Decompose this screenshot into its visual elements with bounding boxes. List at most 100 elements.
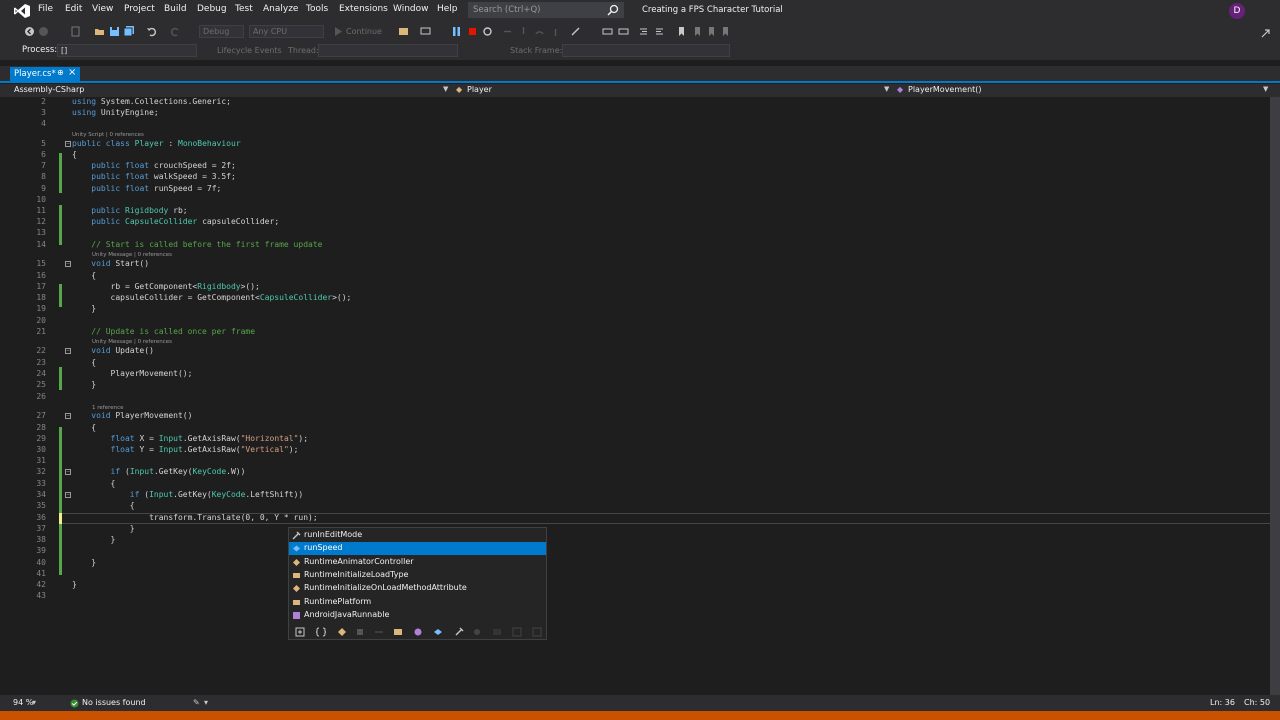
property-filter-icon[interactable] — [454, 627, 464, 637]
live-share-icon[interactable] — [1260, 28, 1271, 39]
code-line[interactable]: 39 — [0, 546, 1280, 557]
completion-item[interactable]: runInEditMode — [289, 529, 546, 542]
collapse-icon[interactable]: − — [65, 492, 71, 498]
lifecycle-events-label[interactable]: Lifecycle Events — [217, 46, 282, 55]
forward-icon[interactable] — [38, 26, 49, 37]
outdent-icon[interactable] — [654, 26, 665, 37]
code-line[interactable]: 23 { — [0, 358, 1280, 369]
namespace-filter-icon[interactable] — [316, 627, 326, 637]
class-dropdown[interactable]: Player — [467, 85, 492, 94]
step-out-icon[interactable] — [550, 26, 561, 37]
code-line[interactable]: 33 { — [0, 479, 1280, 490]
code-line[interactable]: 26 — [0, 392, 1280, 403]
code-line[interactable]: 32 − if (Input.GetKey(KeyCode.W)) — [0, 467, 1280, 478]
code-line[interactable]: 35 { — [0, 501, 1280, 512]
code-line[interactable]: 24 PlayerMovement(); — [0, 369, 1280, 380]
expand-icon[interactable] — [295, 627, 305, 637]
zoom-level[interactable]: 94 % — [13, 698, 33, 707]
bookmark-icon[interactable] — [676, 26, 687, 37]
search-input[interactable]: Search (Ctrl+Q) — [468, 2, 624, 18]
project-dropdown[interactable]: Assembly-CSharp — [14, 85, 84, 94]
code-line[interactable]: 25 } — [0, 380, 1280, 391]
code-line[interactable]: 42} — [0, 580, 1280, 591]
intellisense-completion-list[interactable]: runInEditMode runSpeed RuntimeAnimatorCont… — [288, 527, 547, 640]
continue-button[interactable]: Continue — [346, 27, 382, 36]
code-line[interactable]: 27 − void PlayerMovement() — [0, 411, 1280, 422]
collapse-icon[interactable]: − — [65, 348, 71, 354]
save-all-icon[interactable] — [124, 26, 135, 37]
menu-analyze[interactable]: Analyze — [263, 4, 298, 14]
chevron-down-icon[interactable]: ▼ — [1263, 85, 1268, 93]
snippet-filter-icon[interactable] — [512, 627, 522, 637]
code-line[interactable]: 43 — [0, 591, 1280, 602]
menu-file[interactable]: File — [38, 4, 53, 14]
pin-icon[interactable]: ⊕ — [57, 68, 64, 77]
prev-bookmark-icon[interactable] — [692, 26, 703, 37]
save-icon[interactable] — [109, 26, 120, 37]
code-line[interactable]: 3 using UnityEngine; — [0, 108, 1280, 119]
code-line[interactable]: 9 public float runSpeed = 7f; — [0, 184, 1280, 195]
code-line[interactable]: 5 − public class Player : MonoBehaviour — [0, 139, 1280, 150]
interface-filter-icon[interactable] — [413, 627, 423, 637]
redo-icon[interactable] — [170, 26, 181, 37]
struct-filter-icon[interactable] — [355, 627, 365, 637]
completion-item[interactable]: AndroidJavaRunnable — [289, 609, 546, 622]
completion-item[interactable]: RuntimeInitializeOnLoadMethodAttribute — [289, 582, 546, 595]
attach-icon[interactable] — [398, 26, 409, 37]
code-line[interactable]: 8 public float walkSpeed = 3.5f; — [0, 172, 1280, 183]
issues-status[interactable]: No issues found — [82, 698, 146, 707]
class-filter-icon[interactable] — [337, 627, 347, 637]
codelens-start[interactable]: Unity Message | 0 references — [92, 252, 172, 258]
completion-item[interactable]: runSpeed — [289, 542, 546, 556]
clear-bookmarks-icon[interactable] — [720, 26, 731, 37]
menu-edit[interactable]: Edit — [65, 4, 82, 14]
code-line[interactable]: 19 } — [0, 304, 1280, 315]
indent-icon[interactable] — [638, 26, 649, 37]
collapse-icon[interactable]: − — [65, 469, 71, 475]
undo-icon[interactable] — [146, 26, 157, 37]
completion-item[interactable]: RuntimeAnimatorController — [289, 556, 546, 569]
collapse-icon[interactable]: − — [65, 141, 71, 147]
uncomment-icon[interactable] — [618, 26, 629, 37]
chevron-down-icon[interactable]: ▾ — [32, 698, 36, 707]
brush-icon[interactable]: ✎ — [193, 698, 200, 707]
avatar[interactable]: D — [1229, 3, 1245, 19]
code-line[interactable]: 2 using System.Collections.Generic; — [0, 97, 1280, 108]
menu-debug[interactable]: Debug — [197, 4, 227, 14]
close-icon[interactable]: × — [68, 67, 76, 78]
code-line[interactable]: 20 — [0, 316, 1280, 327]
code-line[interactable]: 30 float Y = Input.GetAxisRaw("Vertical"… — [0, 445, 1280, 456]
chevron-down-icon[interactable]: ▼ — [443, 85, 448, 93]
next-bookmark-icon[interactable] — [706, 26, 717, 37]
code-line[interactable]: 12 public CapsuleCollider capsuleCollide… — [0, 217, 1280, 228]
step-over-icon[interactable] — [534, 26, 545, 37]
thread-dropdown[interactable] — [318, 44, 458, 57]
show-next-statement-icon[interactable] — [502, 26, 513, 37]
code-line[interactable]: 11 public Rigidbody rb; — [0, 206, 1280, 217]
chevron-down-icon[interactable]: ▼ — [884, 85, 889, 93]
code-line[interactable]: 14 // Start is called before the first f… — [0, 240, 1280, 251]
collapse-icon[interactable]: − — [65, 261, 71, 267]
code-line[interactable]: 28 { — [0, 423, 1280, 434]
code-line[interactable]: 34 − if (Input.GetKey(KeyCode.LeftShift)) — [0, 490, 1280, 501]
step-into-icon[interactable] — [518, 26, 529, 37]
restart-icon[interactable] — [482, 26, 493, 37]
code-line[interactable]: 16 { — [0, 271, 1280, 282]
menu-build[interactable]: Build — [164, 4, 187, 14]
code-line[interactable]: 4 — [0, 119, 1280, 130]
code-line[interactable]: 6{ — [0, 150, 1280, 161]
stack-frame-dropdown[interactable] — [562, 44, 730, 57]
menu-help[interactable]: Help — [437, 4, 458, 14]
enum-filter-icon[interactable] — [393, 627, 403, 637]
comment-icon[interactable] — [602, 26, 613, 37]
back-icon[interactable] — [24, 26, 35, 37]
platform-dropdown[interactable]: Any CPU — [249, 25, 324, 38]
hot-reload-icon[interactable] — [570, 26, 581, 37]
field-filter-icon[interactable] — [433, 627, 443, 637]
code-line[interactable]: 40 } — [0, 558, 1280, 569]
code-line[interactable]: 17 rb = GetComponent<Rigidbody>(); — [0, 282, 1280, 293]
delegate-filter-icon[interactable] — [374, 627, 384, 637]
method-filter-icon[interactable] — [472, 627, 482, 637]
keyword-filter-icon[interactable] — [492, 627, 502, 637]
code-editor[interactable]: 2 using System.Collections.Generic; 3 using… — [0, 97, 1280, 695]
